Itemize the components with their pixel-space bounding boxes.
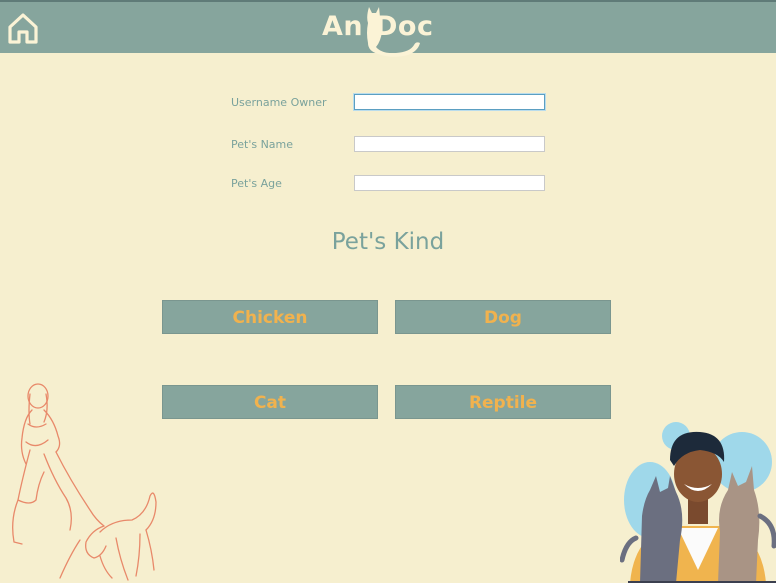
username-owner-label: Username Owner: [231, 96, 327, 109]
pet-name-label: Pet's Name: [231, 138, 294, 151]
woman-walking-dog-illustration: [12, 383, 157, 581]
chicken-button[interactable]: Chicken: [162, 300, 378, 334]
home-icon[interactable]: [6, 11, 40, 45]
cat-silhouette-icon: [367, 7, 420, 57]
cat-button[interactable]: Cat: [162, 385, 378, 419]
dog-button[interactable]: Dog: [395, 300, 611, 334]
pet-age-label: Pet's Age: [231, 177, 282, 190]
username-owner-input[interactable]: [354, 94, 545, 110]
pet-age-input[interactable]: [354, 175, 545, 191]
pet-name-input[interactable]: [354, 136, 545, 152]
header-bar: An Doc: [0, 0, 776, 57]
man-with-pets-illustration: [620, 422, 776, 583]
pets-kind-title: Pet's Kind: [331, 229, 445, 255]
app-logo: An Doc: [322, 5, 452, 57]
reptile-button[interactable]: Reptile: [395, 385, 611, 419]
